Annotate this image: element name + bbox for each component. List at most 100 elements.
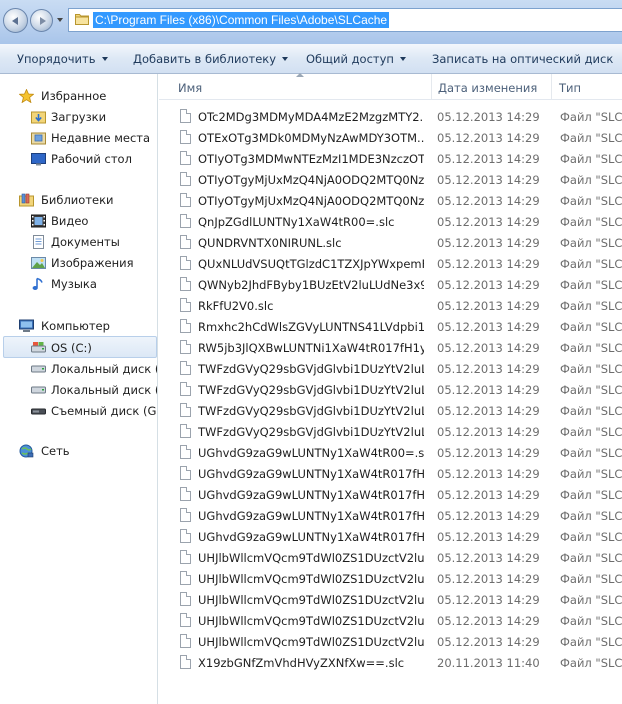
file-type: Файл "SLC"	[560, 488, 622, 502]
file-row[interactable]: RkFfU2V0.slc 05.12.2013 14:29 Файл "SLC"	[159, 295, 622, 316]
file-type: Файл "SLC"	[560, 656, 622, 670]
file-type: Файл "SLC"	[560, 257, 622, 271]
address-path[interactable]: C:\Program Files (x86)\Common Files\Adob…	[93, 12, 390, 28]
file-row[interactable]: UHJlbWllcmVQcm9TdWl0ZS1DUzctV2luLU... 05.…	[159, 568, 622, 589]
file-date-modified: 05.12.2013 14:29	[437, 446, 540, 460]
file-type: Файл "SLC"	[560, 278, 622, 292]
file-row[interactable]: RW5jb3JlQXBwLUNTNi1XaW4tR017fH1y... 05.12…	[159, 337, 622, 358]
file-row[interactable]: OTIyOTgyMjUxMzQ4NjA0ODQ2MTQ0Nz... 05.12.2…	[159, 190, 622, 211]
file-icon	[180, 592, 191, 606]
nav-music-label: Музыка	[51, 277, 97, 291]
nav-drive-d[interactable]: Локальный диск (D	[0, 359, 157, 379]
address-bar[interactable]: C:\Program Files (x86)\Common Files\Adob…	[68, 8, 622, 32]
nav-recent-places[interactable]: Недавние места	[0, 128, 157, 148]
column-divider[interactable]	[431, 74, 432, 99]
file-row[interactable]: QnJpZGdlLUNTNy1XaW4tR00=.slc 05.12.2013 1…	[159, 211, 622, 232]
nav-downloads[interactable]: Загрузки	[0, 107, 157, 127]
file-date-modified: 05.12.2013 14:29	[437, 320, 540, 334]
forward-button[interactable]	[30, 9, 53, 32]
file-row[interactable]: OTIyOTg3MDMwNTEzMzI1MDE3NzczOT... 05.12.2…	[159, 148, 622, 169]
file-row[interactable]: UGhvdG9zaG9wLUNTNy1XaW4tR017fH0... 05.12.…	[159, 463, 622, 484]
file-row[interactable]: UGhvdG9zaG9wLUNTNy1XaW4tR017fH1... 05.12.…	[159, 526, 622, 547]
nav-computer[interactable]: Компьютер	[0, 316, 157, 336]
file-row[interactable]: QWNyb2JhdFByby1BUzEtV2luLUdNe3x9c... 05.1…	[159, 274, 622, 295]
file-icon	[180, 130, 191, 144]
organize-button[interactable]: Упорядочить	[17, 52, 108, 66]
file-icon	[180, 424, 191, 438]
file-name: TWFzdGVyQ29sbGVjdGlvbi1DUzYtV2luLU...	[198, 383, 424, 397]
file-row[interactable]: TWFzdGVyQ29sbGVjdGlvbi1DUzYtV2luLU... 05.…	[159, 400, 622, 421]
file-date-modified: 05.12.2013 14:29	[437, 593, 540, 607]
network-globe-icon	[19, 444, 34, 458]
file-name: QUxNLUdVSUQtTGlzdC1TZXJpYWxpemF...	[198, 257, 424, 271]
file-icon	[180, 361, 191, 375]
file-row[interactable]: UGhvdG9zaG9wLUNTNy1XaW4tR00=.slc 05.12.20…	[159, 442, 622, 463]
file-row[interactable]: OTc2MDg3MDMyMDA4MzE2MzgzMTY2... 05.12.201…	[159, 106, 622, 127]
file-name: UGhvdG9zaG9wLUNTNy1XaW4tR017fH0...	[198, 467, 424, 481]
file-row[interactable]: OTIyOTgyMjUxMzQ4NjA0ODQ2MTQ0Nz... 05.12.2…	[159, 169, 622, 190]
file-name: UHJlbWllcmVQcm9TdWl0ZS1DUzctV2luLU...	[198, 614, 424, 628]
nav-drive-c-label: OS (C:)	[51, 341, 92, 355]
video-icon	[31, 214, 46, 228]
file-name: QUNDRVNTX0NIRUNL.slc	[198, 236, 342, 250]
nav-drive-g[interactable]: Съемный диск (G:)	[0, 401, 157, 421]
computer-icon	[19, 319, 34, 332]
share-button[interactable]: Общий доступ	[306, 52, 406, 66]
file-row[interactable]: UGhvdG9zaG9wLUNTNy1XaW4tR017fH1... 05.12.…	[159, 505, 622, 526]
file-row[interactable]: OTExOTg3MDk0MDMyNzAwMDY3OTM... 05.12.2013…	[159, 127, 622, 148]
nav-network[interactable]: Сеть	[0, 441, 157, 461]
share-label: Общий доступ	[306, 52, 394, 66]
nav-images[interactable]: Изображения	[0, 253, 157, 273]
nav-music[interactable]: Музыка	[0, 274, 157, 294]
file-row[interactable]: TWFzdGVyQ29sbGVjdGlvbi1DUzYtV2luLU... 05.…	[159, 421, 622, 442]
images-icon	[31, 257, 46, 269]
column-type[interactable]: Тип	[559, 81, 581, 95]
file-icon	[180, 340, 191, 354]
file-date-modified: 05.12.2013 14:29	[437, 383, 540, 397]
nav-libraries[interactable]: Библиотеки	[0, 190, 157, 210]
column-divider[interactable]	[551, 74, 552, 99]
file-date-modified: 05.12.2013 14:29	[437, 278, 540, 292]
column-date-modified[interactable]: Дата изменения	[438, 81, 537, 95]
file-row[interactable]: UHJlbWllcmVQcm9TdWl0ZS1DUzctV2luLU... 05.…	[159, 610, 622, 631]
file-row[interactable]: UHJlbWllcmVQcm9TdWl0ZS1DUzctV2luLU... 05.…	[159, 631, 622, 652]
file-row[interactable]: QUNDRVNTX0NIRUNL.slc 05.12.2013 14:29 Файл…	[159, 232, 622, 253]
add-to-library-button[interactable]: Добавить в библиотеку	[133, 52, 289, 66]
file-icon	[180, 382, 191, 396]
file-row[interactable]: QUxNLUdVSUQtTGlzdC1TZXJpYWxpemF... 05.12.…	[159, 253, 622, 274]
recent-pages-dropdown[interactable]	[57, 18, 63, 22]
back-button[interactable]	[3, 8, 28, 33]
file-row[interactable]: UHJlbWllcmVQcm9TdWl0ZS1DUzctV2luLU... 05.…	[159, 547, 622, 568]
desktop-icon	[31, 153, 46, 166]
file-name: TWFzdGVyQ29sbGVjdGlvbi1DUzYtV2luLU...	[198, 362, 424, 376]
file-type: Файл "SLC"	[560, 173, 622, 187]
file-row[interactable]: X19zbGNfZmVhdHVyZXNfXw==.slc 20.11.2013 1…	[159, 652, 622, 673]
file-date-modified: 05.12.2013 14:29	[437, 572, 540, 586]
nav-computer-label: Компьютер	[41, 319, 110, 333]
nav-documents[interactable]: Документы	[0, 232, 157, 252]
nav-desktop[interactable]: Рабочий стол	[0, 149, 157, 169]
file-date-modified: 05.12.2013 14:29	[437, 509, 540, 523]
file-row[interactable]: UGhvdG9zaG9wLUNTNy1XaW4tR017fH1... 05.12.…	[159, 484, 622, 505]
file-row[interactable]: UHJlbWllcmVQcm9TdWl0ZS1DUzctV2luLU... 05.…	[159, 589, 622, 610]
column-name[interactable]: Имя	[178, 81, 202, 95]
file-icon	[180, 109, 191, 123]
file-date-modified: 05.12.2013 14:29	[437, 152, 540, 166]
file-row[interactable]: Rmxhc2hCdWlsZGVyLUNTNS41LVdpbi1... 05.12.…	[159, 316, 622, 337]
file-icon	[180, 571, 191, 585]
nav-video-label: Видео	[51, 214, 89, 228]
nav-drive-f[interactable]: Локальный диск (F:	[0, 380, 157, 400]
file-date-modified: 05.12.2013 14:29	[437, 635, 540, 649]
file-type: Файл "SLC"	[560, 446, 622, 460]
file-row[interactable]: TWFzdGVyQ29sbGVjdGlvbi1DUzYtV2luLU... 05.…	[159, 379, 622, 400]
burn-button[interactable]: Записать на оптический диск	[432, 52, 613, 66]
file-name: OTExOTg3MDk0MDMyNzAwMDY3OTM...	[198, 131, 424, 145]
nav-images-label: Изображения	[51, 256, 134, 270]
file-row[interactable]: TWFzdGVyQ29sbGVjdGlvbi1DUzYtV2luLU... 05.…	[159, 358, 622, 379]
nav-favorites[interactable]: Избранное	[0, 86, 157, 106]
file-icon	[180, 319, 191, 333]
file-type: Файл "SLC"	[560, 509, 622, 523]
file-icon	[180, 466, 191, 480]
nav-drive-c-selected[interactable]: OS (C:)	[3, 336, 157, 358]
nav-video[interactable]: Видео	[0, 211, 157, 231]
